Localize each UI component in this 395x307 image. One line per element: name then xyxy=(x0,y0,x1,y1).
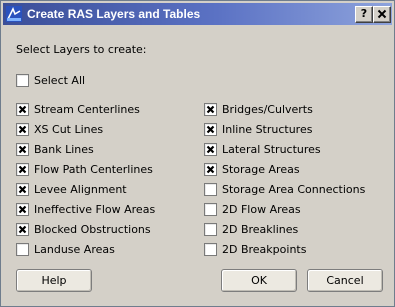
title-close-button[interactable] xyxy=(373,6,391,23)
select-all-checkbox[interactable] xyxy=(16,74,29,87)
layer-label: Flow Path Centerlines xyxy=(34,163,153,176)
layer-checkbox[interactable] xyxy=(16,123,29,136)
ok-button[interactable]: OK xyxy=(221,269,297,292)
cancel-button[interactable]: Cancel xyxy=(307,269,383,292)
check-x-icon xyxy=(18,185,27,194)
layer-checkbox[interactable] xyxy=(16,183,29,196)
layer-label: Ineffective Flow Areas xyxy=(34,203,156,216)
layer-checkbox[interactable] xyxy=(16,103,29,116)
app-icon xyxy=(6,6,22,22)
layer-checkbox[interactable] xyxy=(204,223,217,236)
layer-checkbox[interactable] xyxy=(204,143,217,156)
layer-checkbox[interactable] xyxy=(204,163,217,176)
layer-checkbox[interactable] xyxy=(16,203,29,216)
window-title: Create RAS Layers and Tables xyxy=(27,7,201,21)
layer-label: Lateral Structures xyxy=(222,143,321,156)
layer-label: Bridges/Culverts xyxy=(222,103,313,116)
title-help-button[interactable]: ? xyxy=(355,6,373,23)
layer-label: Inline Structures xyxy=(222,123,313,136)
layer-checkbox[interactable] xyxy=(204,103,217,116)
layer-checkbox[interactable] xyxy=(16,163,29,176)
layer-checkbox[interactable] xyxy=(204,183,217,196)
layer-checkbox[interactable] xyxy=(204,123,217,136)
title-bar[interactable]: Create RAS Layers and Tables ? xyxy=(3,3,392,25)
check-x-icon xyxy=(206,145,215,154)
help-button[interactable]: Help xyxy=(16,269,92,292)
layer-checkbox[interactable] xyxy=(16,143,29,156)
layer-checkbox[interactable] xyxy=(16,243,29,256)
dialog-window: Create RAS Layers and Tables ? Select La… xyxy=(0,0,395,307)
layer-label: Stream Centerlines xyxy=(34,103,140,116)
layer-label: 2D Breakpoints xyxy=(222,243,307,256)
check-x-icon xyxy=(206,125,215,134)
check-x-icon xyxy=(18,205,27,214)
layer-label: Levee Alignment xyxy=(34,183,127,196)
layer-label: Blocked Obstructions xyxy=(34,223,151,236)
check-x-icon xyxy=(18,125,27,134)
layer-label: Landuse Areas xyxy=(34,243,115,256)
check-x-icon xyxy=(18,165,27,174)
layer-checkbox[interactable] xyxy=(204,203,217,216)
layer-label: Storage Areas xyxy=(222,163,300,176)
layer-checkbox[interactable] xyxy=(16,223,29,236)
layer-label: Storage Area Connections xyxy=(222,183,366,196)
layer-label: XS Cut Lines xyxy=(34,123,104,136)
close-icon xyxy=(377,9,387,19)
check-x-icon xyxy=(206,165,215,174)
layer-label: 2D Breaklines xyxy=(222,223,299,236)
layer-label: Bank Lines xyxy=(34,143,94,156)
check-x-icon xyxy=(206,105,215,114)
select-layers-prompt: Select Layers to create: xyxy=(16,43,147,56)
layer-label: 2D Flow Areas xyxy=(222,203,301,216)
check-x-icon xyxy=(18,145,27,154)
check-x-icon xyxy=(18,105,27,114)
layer-checkbox[interactable] xyxy=(204,243,217,256)
select-all-label: Select All xyxy=(34,74,86,87)
check-x-icon xyxy=(18,225,27,234)
